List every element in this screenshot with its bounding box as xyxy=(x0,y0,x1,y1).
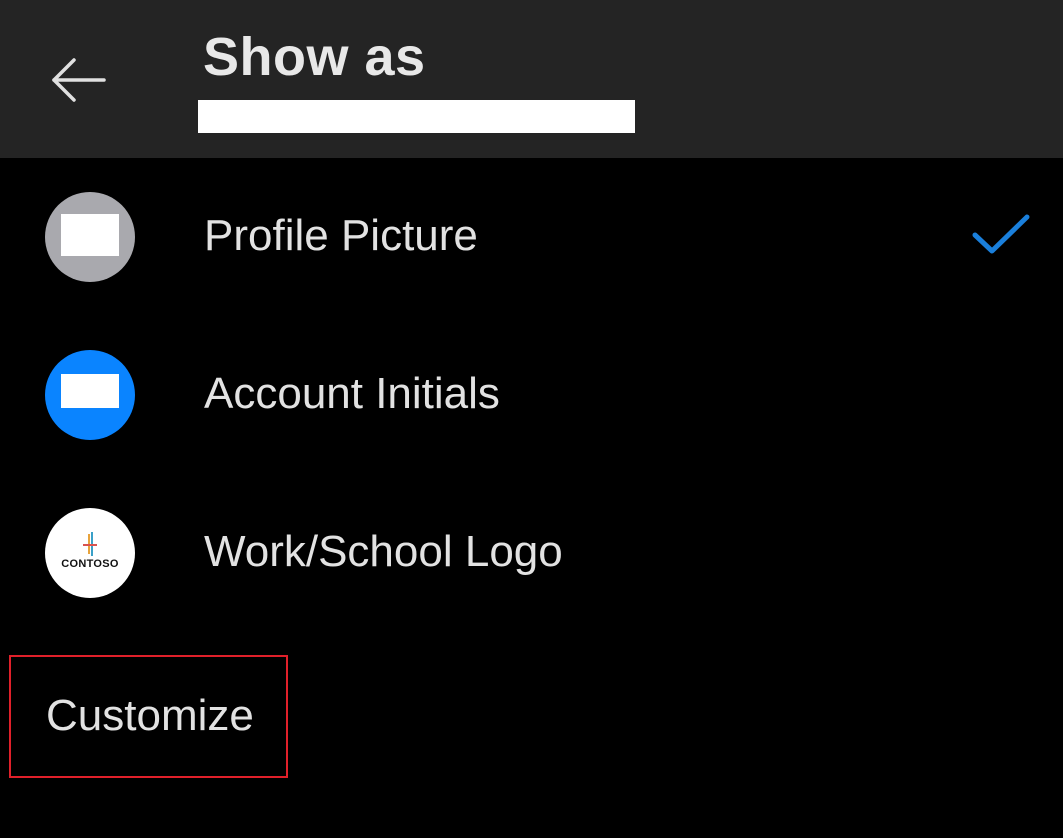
contoso-logo-text: CONTOSO xyxy=(61,558,119,570)
redacted-account-email xyxy=(198,100,635,133)
customize-button[interactable]: Customize xyxy=(9,655,288,778)
option-profile-picture[interactable]: Profile Picture xyxy=(0,167,1063,307)
option-account-initials[interactable]: Account Initials xyxy=(0,325,1063,465)
show-as-screen: Show as Profile Picture Account Initials… xyxy=(0,0,1063,838)
option-label: Work/School Logo xyxy=(204,527,563,576)
page-title: Show as xyxy=(203,27,426,87)
option-work-school-logo[interactable]: CONTOSO Work/School Logo xyxy=(0,483,1063,623)
redacted-avatar-image xyxy=(61,214,119,256)
redacted-initials xyxy=(61,374,119,408)
contoso-logo: CONTOSO xyxy=(45,508,135,598)
checkmark-icon xyxy=(972,214,1030,254)
contoso-logo-icon xyxy=(83,532,97,556)
profile-picture-avatar xyxy=(45,192,135,282)
customize-label: Customize xyxy=(46,691,254,740)
option-label: Profile Picture xyxy=(204,211,478,260)
arrow-left-icon xyxy=(52,58,106,102)
app-header: Show as xyxy=(0,0,1063,158)
back-button[interactable] xyxy=(40,44,116,116)
option-label: Account Initials xyxy=(204,369,500,418)
account-initials-avatar xyxy=(45,350,135,440)
